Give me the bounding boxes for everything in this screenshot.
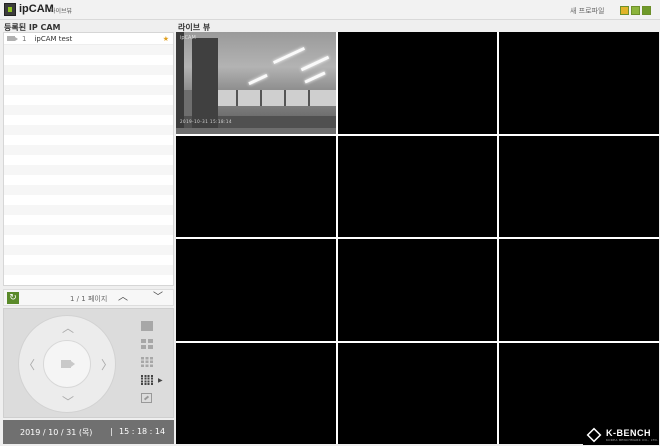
empty-list-row <box>4 45 173 55</box>
minimize-button[interactable] <box>620 6 629 15</box>
layout-2x2-button[interactable] <box>141 339 153 349</box>
camera-list[interactable]: 1 ipCAM test ★ <box>3 32 174 286</box>
video-camera-icon <box>61 360 75 368</box>
live-tile-empty[interactable] <box>176 342 336 444</box>
empty-list-row <box>4 125 173 135</box>
live-tile-empty[interactable] <box>337 239 498 341</box>
star-icon: ★ <box>162 35 169 43</box>
empty-list-row <box>4 65 173 75</box>
current-time: 15 : 18 : 14 <box>119 427 166 436</box>
empty-list-row <box>4 175 173 185</box>
maximize-button[interactable] <box>631 6 640 15</box>
empty-list-row <box>4 55 173 65</box>
camera-list-item[interactable]: 1 ipCAM test ★ <box>4 33 173 45</box>
empty-list-row <box>4 95 173 105</box>
page-up-button[interactable]: ︿ <box>110 291 136 305</box>
kbench-watermark: K-BENCH KOREA BENCHMARK CO., LTD. <box>583 425 659 445</box>
window-controls <box>620 6 651 15</box>
page-down-button[interactable]: ﹀ <box>145 291 171 305</box>
empty-list-row <box>4 235 173 245</box>
empty-list-row <box>4 205 173 215</box>
ptz-panel: ︿ ﹀ 〈 〉 ▶ <box>3 308 174 418</box>
empty-list-row <box>4 165 173 175</box>
clock-separator: | <box>110 427 113 436</box>
camera-icon <box>7 36 18 41</box>
selected-layout-pointer-icon: ▶ <box>158 377 163 384</box>
watermark-subtext: KOREA BENCHMARK CO., LTD. <box>606 438 659 442</box>
empty-list-row <box>4 255 173 265</box>
close-button[interactable] <box>642 6 651 15</box>
ptz-left-arrow-icon[interactable]: 〈 <box>23 359 35 371</box>
empty-list-row <box>4 185 173 195</box>
ptz-right-arrow-icon[interactable]: 〉 <box>101 359 113 371</box>
layout-1x1-button[interactable] <box>141 321 153 331</box>
empty-list-row <box>4 275 173 285</box>
title-bar: ipCAM 라이브뷰 새 프로파일 <box>0 0 660 20</box>
kbench-logo-icon <box>586 427 602 443</box>
empty-list-row <box>4 245 173 255</box>
live-tile-empty[interactable] <box>176 135 336 237</box>
ptz-up-arrow-icon[interactable]: ︿ <box>62 322 74 334</box>
empty-list-row <box>4 225 173 235</box>
camera-index: 1 <box>22 34 27 43</box>
ptz-joystick[interactable]: ︿ ﹀ 〈 〉 <box>18 315 116 413</box>
empty-list-row <box>4 115 173 125</box>
current-date: 2019 / 10 / 31 (목) <box>20 428 93 437</box>
live-tile-empty[interactable] <box>337 342 498 444</box>
feed-pillar <box>192 38 218 128</box>
live-tile-empty[interactable] <box>499 239 659 341</box>
empty-list-row <box>4 215 173 225</box>
app-logo-icon <box>4 3 16 16</box>
layout-3x3-button[interactable] <box>141 357 153 367</box>
empty-list-row <box>4 105 173 115</box>
feed-timestamp: 2019-10-31 15:18:14 <box>180 119 232 124</box>
live-view-grid: ipCAM 2019-10-31 15:18:14 <box>176 32 659 444</box>
live-tile-empty[interactable] <box>337 135 498 237</box>
fullscreen-icon[interactable] <box>141 393 152 403</box>
feed-pillar <box>176 32 184 128</box>
empty-list-row <box>4 145 173 155</box>
ptz-center-button[interactable] <box>43 340 91 388</box>
empty-list-row <box>4 195 173 205</box>
camera-list-pager: ↻ 1 / 1 페이지 ︿ ﹀ <box>3 289 174 306</box>
layout-4x4-button[interactable] <box>141 375 153 385</box>
app-title: ipCAM <box>19 3 54 15</box>
new-profile-button[interactable]: 새 프로파일 <box>570 6 604 16</box>
empty-list-row <box>4 265 173 275</box>
app-subtitle: 라이브뷰 <box>50 8 73 15</box>
camera-name: ipCAM test <box>34 34 73 43</box>
live-tile-active[interactable]: ipCAM 2019-10-31 15:18:14 <box>176 32 336 134</box>
refresh-button[interactable]: ↻ <box>7 292 19 304</box>
empty-list-row <box>4 135 173 145</box>
live-tile-empty[interactable] <box>499 32 659 134</box>
ptz-down-arrow-icon[interactable]: ﹀ <box>62 396 74 408</box>
camera-feed-image: ipCAM 2019-10-31 15:18:14 <box>176 32 336 134</box>
clock-bar: 2019 / 10 / 31 (목) | 15 : 18 : 14 <box>3 420 174 444</box>
watermark-text: K-BENCH <box>606 428 651 438</box>
live-tile-empty[interactable] <box>499 135 659 237</box>
live-tile-empty[interactable] <box>337 32 498 134</box>
live-tile-empty[interactable] <box>176 239 336 341</box>
feed-logo: ipCAM <box>180 35 196 41</box>
empty-list-row <box>4 155 173 165</box>
page-indicator: 1 / 1 페이지 <box>70 295 108 303</box>
empty-list-row <box>4 75 173 85</box>
empty-list-row <box>4 85 173 95</box>
